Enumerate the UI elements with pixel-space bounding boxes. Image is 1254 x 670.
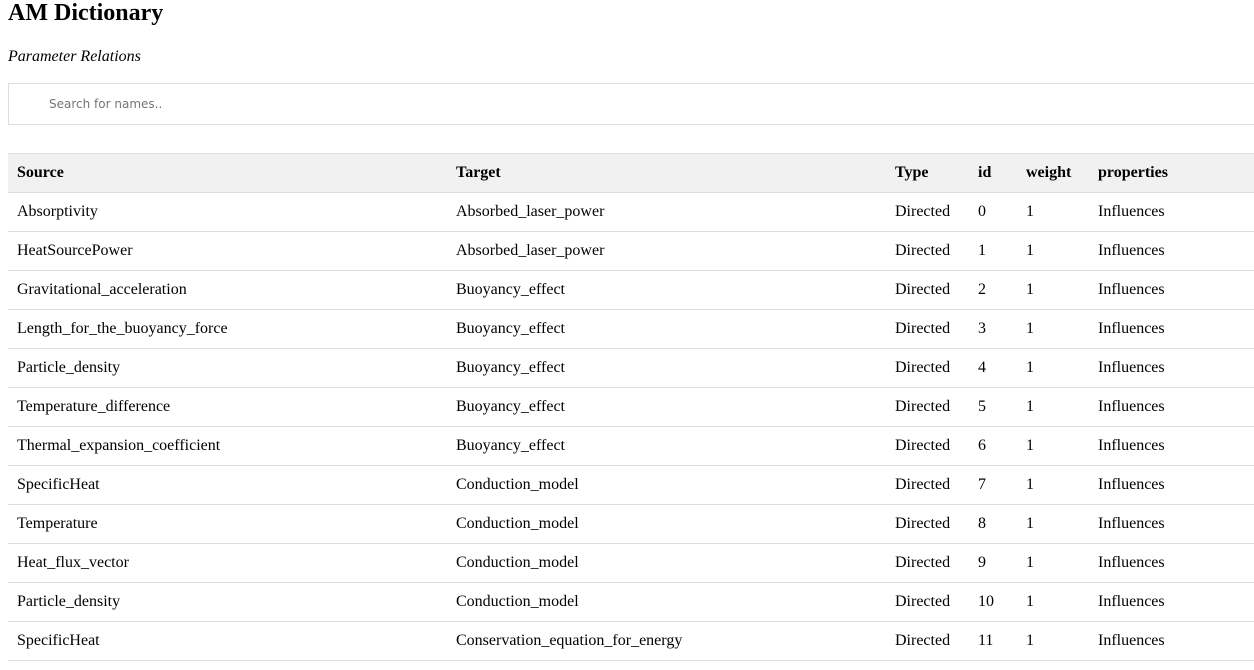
cell-source: Absorptivity xyxy=(17,203,98,220)
cell-properties: Influences xyxy=(1098,320,1165,337)
cell-target: Buoyancy_effect xyxy=(456,281,565,298)
cell-weight: 1 xyxy=(1026,203,1034,220)
cell-weight: 1 xyxy=(1026,593,1034,610)
cell-type: Directed xyxy=(895,320,951,337)
table-row[interactable]: HeatSourcePower Absorbed_laser_power Direc… xyxy=(8,232,1254,271)
relations-table: Source Target Type id weight properties … xyxy=(8,153,1254,661)
search-input[interactable] xyxy=(8,83,1254,125)
cell-properties: Influences xyxy=(1098,554,1165,571)
table-row[interactable]: Absorptivity Absorbed_laser_power Directed… xyxy=(8,193,1254,232)
cell-weight: 1 xyxy=(1026,242,1034,259)
cell-target: Buoyancy_effect xyxy=(456,320,565,337)
table-body: Absorptivity Absorbed_laser_power Directed… xyxy=(8,193,1254,661)
cell-type: Directed xyxy=(895,632,951,649)
table-row[interactable]: Length_for_the_buoyancy_force Buoyancy_ef… xyxy=(8,310,1254,349)
cell-weight: 1 xyxy=(1026,437,1034,454)
page-subtitle: Parameter Relations xyxy=(8,48,141,65)
cell-source: SpecificHeat xyxy=(17,476,100,493)
cell-type: Directed xyxy=(895,593,951,610)
column-header-target[interactable]: Target xyxy=(447,154,886,193)
cell-type: Directed xyxy=(895,554,951,571)
cell-id: 11 xyxy=(978,632,994,649)
cell-properties: Influences xyxy=(1098,203,1165,220)
page: AM Dictionary Parameter Relations Source… xyxy=(0,0,1254,670)
table-row[interactable]: Particle_density Buoyancy_effect Directed 4… xyxy=(8,349,1254,388)
cell-weight: 1 xyxy=(1026,359,1034,376)
cell-id: 7 xyxy=(978,476,986,493)
cell-id: 2 xyxy=(978,281,986,298)
cell-source: SpecificHeat xyxy=(17,632,100,649)
cell-type: Directed xyxy=(895,242,951,259)
table-row[interactable]: Thermal_expansion_coefficient Buoyancy_ef… xyxy=(8,427,1254,466)
cell-properties: Influences xyxy=(1098,476,1165,493)
cell-weight: 1 xyxy=(1026,632,1034,649)
cell-source: Thermal_expansion_coefficient xyxy=(17,437,221,454)
cell-type: Directed xyxy=(895,515,951,532)
cell-weight: 1 xyxy=(1026,281,1034,298)
table-row[interactable]: Temperature_difference Buoyancy_effect Dir… xyxy=(8,388,1254,427)
cell-source: Particle_density xyxy=(17,593,121,610)
cell-source: Temperature_difference xyxy=(17,398,171,415)
cell-properties: Influences xyxy=(1098,593,1165,610)
cell-target: Absorbed_laser_power xyxy=(456,242,605,259)
cell-id: 8 xyxy=(978,515,986,532)
table-row[interactable]: Particle_density Conduction_model Directed… xyxy=(8,583,1254,622)
cell-properties: Influences xyxy=(1098,281,1165,298)
cell-target: Conduction_model xyxy=(456,554,579,571)
cell-id: 4 xyxy=(978,359,986,376)
table-row[interactable]: Heat_flux_vector Conduction_model Directed… xyxy=(8,544,1254,583)
cell-weight: 1 xyxy=(1026,476,1034,493)
cell-source: Gravitational_acceleration xyxy=(17,281,187,298)
cell-type: Directed xyxy=(895,359,951,376)
column-header-type[interactable]: Type xyxy=(886,154,969,193)
cell-id: 5 xyxy=(978,398,986,415)
cell-target: Conduction_model xyxy=(456,476,579,493)
cell-weight: 1 xyxy=(1026,554,1034,571)
cell-type: Directed xyxy=(895,476,951,493)
cell-properties: Influences xyxy=(1098,398,1165,415)
cell-weight: 1 xyxy=(1026,398,1034,415)
cell-target: Buoyancy_effect xyxy=(456,398,565,415)
cell-source: HeatSourcePower xyxy=(17,242,133,259)
cell-source: Temperature xyxy=(17,515,98,532)
cell-source: Length_for_the_buoyancy_force xyxy=(17,320,228,337)
cell-target: Conduction_model xyxy=(456,515,579,532)
cell-type: Directed xyxy=(895,398,951,415)
cell-id: 10 xyxy=(978,593,994,610)
cell-target: Conduction_model xyxy=(456,593,579,610)
cell-properties: Influences xyxy=(1098,515,1165,532)
cell-properties: Influences xyxy=(1098,632,1165,649)
table-row[interactable]: Gravitational_acceleration Buoyancy_effec… xyxy=(8,271,1254,310)
cell-source: Particle_density xyxy=(17,359,121,376)
column-header-id[interactable]: id xyxy=(969,154,1017,193)
cell-type: Directed xyxy=(895,437,951,454)
cell-type: Directed xyxy=(895,203,951,220)
cell-target: Buoyancy_effect xyxy=(456,437,565,454)
page-title: AM Dictionary xyxy=(8,0,164,26)
cell-id: 9 xyxy=(978,554,986,571)
cell-id: 3 xyxy=(978,320,986,337)
table-row[interactable]: Temperature Conduction_model Directed 8 1 Inf… xyxy=(8,505,1254,544)
cell-target: Buoyancy_effect xyxy=(456,359,565,376)
table-row[interactable]: SpecificHeat Conduction_model Directed 7 1 In… xyxy=(8,466,1254,505)
cell-id: 0 xyxy=(978,203,986,220)
cell-target: Conservation_equation_for_energy xyxy=(456,632,683,649)
cell-target: Absorbed_laser_power xyxy=(456,203,605,220)
cell-weight: 1 xyxy=(1026,515,1034,532)
cell-properties: Influences xyxy=(1098,359,1165,376)
column-header-weight[interactable]: weight xyxy=(1017,154,1089,193)
column-header-properties[interactable]: properties xyxy=(1089,154,1254,193)
cell-weight: 1 xyxy=(1026,320,1034,337)
table-row[interactable]: SpecificHeat Conservation_equation_for_en… xyxy=(8,622,1254,661)
table-header-row: Source Target Type id weight properties xyxy=(8,153,1254,193)
cell-properties: Influences xyxy=(1098,437,1165,454)
cell-type: Directed xyxy=(895,281,951,298)
cell-source: Heat_flux_vector xyxy=(17,554,129,571)
cell-id: 6 xyxy=(978,437,986,454)
cell-id: 1 xyxy=(978,242,986,259)
column-header-source[interactable]: Source xyxy=(8,154,447,193)
cell-properties: Influences xyxy=(1098,242,1165,259)
